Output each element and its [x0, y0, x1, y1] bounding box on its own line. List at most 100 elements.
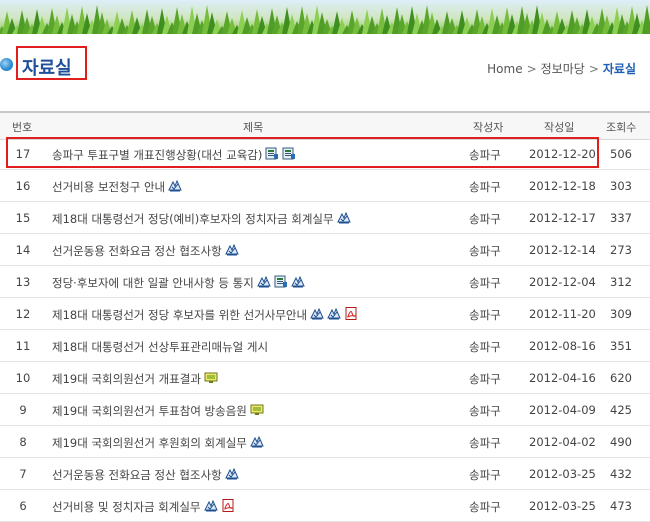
attachment-icons: [307, 306, 358, 320]
post-title-link[interactable]: 제19대 국회의원선거 개표결과: [52, 371, 201, 387]
post-author: 송파구: [469, 276, 501, 290]
file-icon[interactable]: [257, 275, 271, 288]
header-title: 제목: [243, 121, 264, 134]
post-views: 473: [610, 499, 632, 513]
media-icon[interactable]: [250, 403, 264, 416]
post-title-link[interactable]: 제18대 대통령선거 선상투표관리매뉴얼 게시: [52, 339, 268, 355]
post-date: 2012-12-04: [529, 275, 596, 289]
post-views: 309: [610, 307, 632, 321]
file-icon[interactable]: [225, 467, 239, 480]
table-row: 16 선거비용 보전청구 안내 송파구 2012-12-18 303: [0, 170, 650, 202]
post-views: 312: [610, 275, 632, 289]
post-number: 11: [15, 339, 31, 353]
pdf-icon[interactable]: [344, 307, 358, 320]
table-row: 8 제19대 국회의원선거 후원회의 회계실무 송파구 2012-04-02 490: [0, 426, 650, 458]
file-icon[interactable]: [337, 211, 351, 224]
post-date: 2012-12-14: [529, 243, 596, 257]
post-number: 6: [19, 499, 27, 513]
post-date: 2012-04-16: [529, 371, 596, 385]
table-row: 12 제18대 대통령선거 정당 후보자를 위한 선거사무안내 송파구 2012-11…: [0, 298, 650, 330]
post-author: 송파구: [469, 372, 501, 386]
post-number: 16: [15, 179, 31, 193]
post-title-link[interactable]: 제19대 국회의원선거 후원회의 회계실무: [52, 435, 247, 451]
post-date: 2012-12-17: [529, 211, 596, 225]
row-highlight-box: [6, 137, 599, 168]
table-row: 7 선거운동용 전화요금 정산 협조사항 송파구 2012-03-25 432: [0, 458, 650, 490]
table-row: 6 선거비용 및 정치자금 회계실무 송파구 2012-03-25 473: [0, 490, 650, 522]
media-icon[interactable]: [204, 371, 218, 384]
table-row: 10 제19대 국회의원선거 개표결과 송파구 2012-04-16 620: [0, 362, 650, 394]
table-row: 9 제19대 국회의원선거 투표참여 방송음원 송파구 2012-04-09 425: [0, 394, 650, 426]
breadcrumb: Home > 정보마당 > 자료실: [487, 60, 636, 77]
bullet-circle-icon: [0, 58, 13, 71]
post-views: 620: [610, 371, 632, 385]
post-title-link[interactable]: 제18대 대통령선거 정당 후보자를 위한 선거사무안내: [52, 307, 307, 323]
post-author: 송파구: [469, 468, 501, 482]
chevron-right-icon: >: [588, 62, 599, 76]
table-row: 14 선거운동용 전화요금 정산 협조사항 송파구 2012-12-14 273: [0, 234, 650, 266]
table-row: 13 정당·후보자에 대한 일괄 안내사항 등 통지 송파구 2012-12-04 31…: [0, 266, 650, 298]
post-author: 송파구: [469, 404, 501, 418]
file-icon[interactable]: [310, 307, 324, 320]
header-views: 조회수: [606, 121, 637, 134]
file-icon[interactable]: [168, 179, 182, 192]
file-icon[interactable]: [204, 499, 218, 512]
header-author: 작성자: [473, 121, 504, 134]
chevron-right-icon: >: [526, 62, 537, 76]
post-author: 송파구: [469, 244, 501, 258]
post-date: 2012-11-20: [529, 307, 596, 321]
post-list: 17 송파구 투표구별 개표진행상황(대선 교육감) 송파구 2012-12-20 50…: [0, 138, 650, 522]
post-number: 7: [19, 467, 27, 481]
post-title-link[interactable]: 선거운동용 전화요금 정산 협조사항: [52, 243, 222, 259]
table-header: 번호 제목 작성자 작성일 조회수: [0, 111, 650, 140]
post-views: 273: [610, 243, 632, 257]
attachment-icons: [222, 466, 239, 480]
post-author: 송파구: [469, 436, 501, 450]
pdf-icon[interactable]: [221, 499, 235, 512]
post-date: 2012-04-09: [529, 403, 596, 417]
file-icon[interactable]: [250, 435, 264, 448]
post-views: 506: [610, 147, 632, 161]
post-views: 425: [610, 403, 632, 417]
file-icon[interactable]: [291, 275, 305, 288]
file-icon[interactable]: [225, 243, 239, 256]
post-views: 303: [610, 179, 632, 193]
attachment-icons: [247, 434, 264, 448]
post-title-link[interactable]: 선거운동용 전화요금 정산 협조사항: [52, 467, 222, 483]
post-author: 송파구: [469, 180, 501, 194]
post-number: 15: [15, 211, 31, 225]
post-title-link[interactable]: 제19대 국회의원선거 투표참여 방송음원: [52, 403, 247, 419]
header-date: 작성일: [544, 121, 575, 134]
post-title-link[interactable]: 선거비용 및 정치자금 회계실무: [52, 499, 201, 515]
file-icon[interactable]: [327, 307, 341, 320]
post-date: 2012-03-25: [529, 467, 596, 481]
attachment-icons: [165, 178, 182, 192]
attachment-icons: [334, 210, 351, 224]
post-title-link[interactable]: 정당·후보자에 대한 일괄 안내사항 등 통지: [52, 275, 254, 291]
post-date: 2012-08-16: [529, 339, 596, 353]
post-views: 490: [610, 435, 632, 449]
table-row: 11 제18대 대통령선거 선상투표관리매뉴얼 게시 송파구 2012-08-16 35…: [0, 330, 650, 362]
attachment-icons: [222, 242, 239, 256]
post-number: 8: [19, 435, 27, 449]
breadcrumb-info[interactable]: 정보마당: [541, 62, 585, 76]
post-author: 송파구: [469, 308, 501, 322]
hwp-icon[interactable]: [274, 275, 288, 288]
post-views: 432: [610, 467, 632, 481]
post-views: 337: [610, 211, 632, 225]
breadcrumb-home[interactable]: Home: [487, 62, 522, 76]
header-banner: [0, 0, 650, 34]
post-number: 9: [19, 403, 27, 417]
post-author: 송파구: [469, 340, 501, 354]
post-author: 송파구: [469, 500, 501, 514]
table-row: 15 제18대 대통령선거 정당(예비)후보자의 정치자금 회계실무 송파구 2012…: [0, 202, 650, 234]
header-no: 번호: [12, 121, 33, 134]
post-title-link[interactable]: 선거비용 보전청구 안내: [52, 179, 165, 195]
post-author: 송파구: [469, 212, 501, 226]
attachment-icons: [247, 402, 264, 416]
attachment-icons: [254, 274, 305, 288]
attachment-icons: [201, 370, 218, 384]
post-title-link[interactable]: 제18대 대통령선거 정당(예비)후보자의 정치자금 회계실무: [52, 211, 334, 227]
attachment-icons: [201, 498, 235, 512]
post-number: 12: [15, 307, 31, 321]
